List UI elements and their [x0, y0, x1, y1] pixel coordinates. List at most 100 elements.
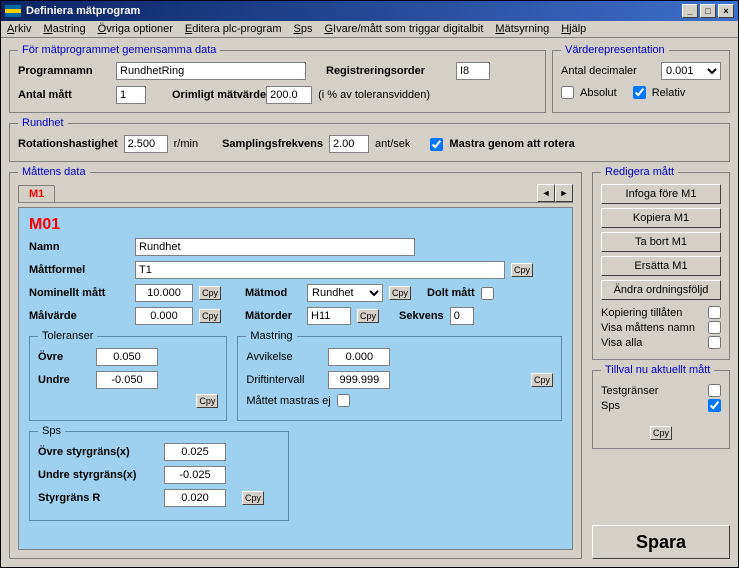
regorder-input[interactable]	[456, 62, 490, 80]
programnamn-input[interactable]	[116, 62, 306, 80]
osg-label: Övre styrgräns(x)	[38, 446, 158, 458]
absolut-label: Absolut	[580, 87, 617, 99]
drift-label: Driftintervall	[246, 374, 322, 386]
malvarde-label: Målvärde	[29, 310, 129, 322]
legend-rundhet: Rundhet	[18, 117, 68, 129]
titlebar: Definiera mätprogram _ □ ×	[1, 1, 738, 21]
fieldset-varderepresentation: Värderepresentation Antal decimaler 0.00…	[552, 44, 730, 113]
avvikelse-label: Avvikelse	[246, 351, 322, 363]
menu-mastring[interactable]: Mastring	[43, 23, 85, 35]
menu-hjalp[interactable]: Hjälp	[561, 23, 586, 35]
fieldset-tillval: Tillval nu aktuellt mått Testgränser Sps…	[592, 364, 730, 449]
tol-cpy-button[interactable]: Cpy	[196, 394, 218, 408]
matorder-cpy-button[interactable]: Cpy	[357, 309, 379, 323]
absolut-checkbox[interactable]	[561, 86, 574, 99]
malvarde-input[interactable]	[135, 307, 193, 325]
dolt-checkbox[interactable]	[481, 287, 494, 300]
drift-input[interactable]	[328, 371, 390, 389]
matt-code: M01	[29, 216, 562, 234]
fieldset-redigera: Redigera mått Infoga före M1 Kopiera M1 …	[592, 166, 730, 360]
visanamn-label: Visa måttens namn	[601, 322, 695, 334]
menu-givare[interactable]: GIvare/mått som triggar digitalbit	[324, 23, 483, 35]
tillval-cpy-button[interactable]: Cpy	[650, 426, 672, 440]
namn-input[interactable]	[135, 238, 415, 256]
infoga-button[interactable]: Infoga före M1	[601, 184, 721, 204]
fieldset-mattens-data: Måttens data M1 ◄ ► M01 Namn Måttform	[9, 166, 582, 559]
legend-gemensamma: För mätprogrammet gemensamma data	[18, 44, 220, 56]
matmod-select[interactable]: Rundhet	[307, 284, 383, 302]
legend-tillval: Tillval nu aktuellt mått	[601, 364, 714, 376]
orimligt-input[interactable]	[266, 86, 312, 104]
tab-next-button[interactable]: ►	[555, 184, 573, 202]
osg-input[interactable]	[164, 443, 226, 461]
formel-label: Måttformel	[29, 264, 129, 276]
menu-editera[interactable]: Editera plc-program	[185, 23, 282, 35]
visaalla-checkbox[interactable]	[708, 336, 721, 349]
ersatta-button[interactable]: Ersätta M1	[601, 256, 721, 276]
tab-m1[interactable]: M1	[18, 185, 55, 202]
ovre-label: Övre	[38, 351, 90, 363]
koptill-checkbox[interactable]	[708, 306, 721, 319]
decimaler-select[interactable]: 0.001	[661, 62, 721, 80]
usg-input[interactable]	[164, 466, 226, 484]
rot-label: Rotationshastighet	[18, 138, 118, 150]
kopiera-button[interactable]: Kopiera M1	[601, 208, 721, 228]
matmod-cpy-button[interactable]: Cpy	[389, 286, 411, 300]
fieldset-mastring: Mastring Avvikelse Driftintervall Cpy Må…	[237, 330, 562, 421]
close-button[interactable]: ×	[718, 4, 734, 18]
relativ-label: Relativ	[652, 87, 686, 99]
fieldset-gemensamma: För mätprogrammet gemensamma data Progra…	[9, 44, 546, 113]
menu-sps[interactable]: Sps	[293, 23, 312, 35]
orimligt-suffix: (i % av toleransvidden)	[318, 89, 430, 101]
matorder-input[interactable]	[307, 307, 351, 325]
legend-toleranser: Toleranser	[38, 330, 97, 342]
andra-button[interactable]: Ändra ordningsföljd	[601, 280, 721, 300]
dolt-label: Dolt mått	[427, 287, 475, 299]
legend-mattens: Måttens data	[18, 166, 90, 178]
spara-button[interactable]: Spara	[592, 525, 730, 559]
formel-cpy-button[interactable]: Cpy	[511, 263, 533, 277]
malvarde-cpy-button[interactable]: Cpy	[199, 309, 221, 323]
ovre-input[interactable]	[96, 348, 158, 366]
samp-input[interactable]	[329, 135, 369, 153]
tillval-sps-checkbox[interactable]	[708, 399, 721, 412]
sps-cpy-button[interactable]: Cpy	[242, 491, 264, 505]
legend-mastring: Mastring	[246, 330, 296, 342]
undre-input[interactable]	[96, 371, 158, 389]
maximize-button[interactable]: □	[700, 4, 716, 18]
fieldset-toleranser: Toleranser Övre Undre Cpy	[29, 330, 227, 421]
antal-label: Antal mått	[18, 89, 116, 101]
tillval-sps-label: Sps	[601, 400, 620, 412]
test-checkbox[interactable]	[708, 384, 721, 397]
mastra-checkbox[interactable]	[430, 138, 443, 151]
formel-input[interactable]	[135, 261, 505, 279]
mastras-checkbox[interactable]	[337, 394, 350, 407]
legend-sps: Sps	[38, 425, 65, 437]
nominellt-input[interactable]	[135, 284, 193, 302]
sekvens-input[interactable]	[450, 307, 474, 325]
usg-label: Undre styrgräns(x)	[38, 469, 158, 481]
orimligt-label: Orimligt mätvärde	[172, 89, 266, 101]
minimize-button[interactable]: _	[682, 4, 698, 18]
antal-input[interactable]	[116, 86, 146, 104]
menu-matsyrning[interactable]: Mätsyrning	[495, 23, 549, 35]
visanamn-checkbox[interactable]	[708, 321, 721, 334]
menu-arkiv[interactable]: Arkiv	[7, 23, 31, 35]
namn-label: Namn	[29, 241, 129, 253]
sgr-input[interactable]	[164, 489, 226, 507]
regorder-label: Registreringsorder	[326, 65, 456, 77]
legend-redigera: Redigera mått	[601, 166, 678, 178]
tab-prev-button[interactable]: ◄	[537, 184, 555, 202]
nominellt-cpy-button[interactable]: Cpy	[199, 286, 221, 300]
rot-input[interactable]	[124, 135, 168, 153]
matmod-label: Mätmod	[245, 287, 301, 299]
drift-cpy-button[interactable]: Cpy	[531, 373, 553, 387]
sekvens-label: Sekvens	[399, 310, 444, 322]
fieldset-sps: Sps Övre styrgräns(x) Undre styrgräns(x)…	[29, 425, 289, 521]
undre-label: Undre	[38, 374, 90, 386]
avvikelse-input[interactable]	[328, 348, 390, 366]
relativ-checkbox[interactable]	[633, 86, 646, 99]
app-icon	[5, 5, 21, 17]
menu-ovriga[interactable]: Övriga optioner	[98, 23, 173, 35]
tabort-button[interactable]: Ta bort M1	[601, 232, 721, 252]
